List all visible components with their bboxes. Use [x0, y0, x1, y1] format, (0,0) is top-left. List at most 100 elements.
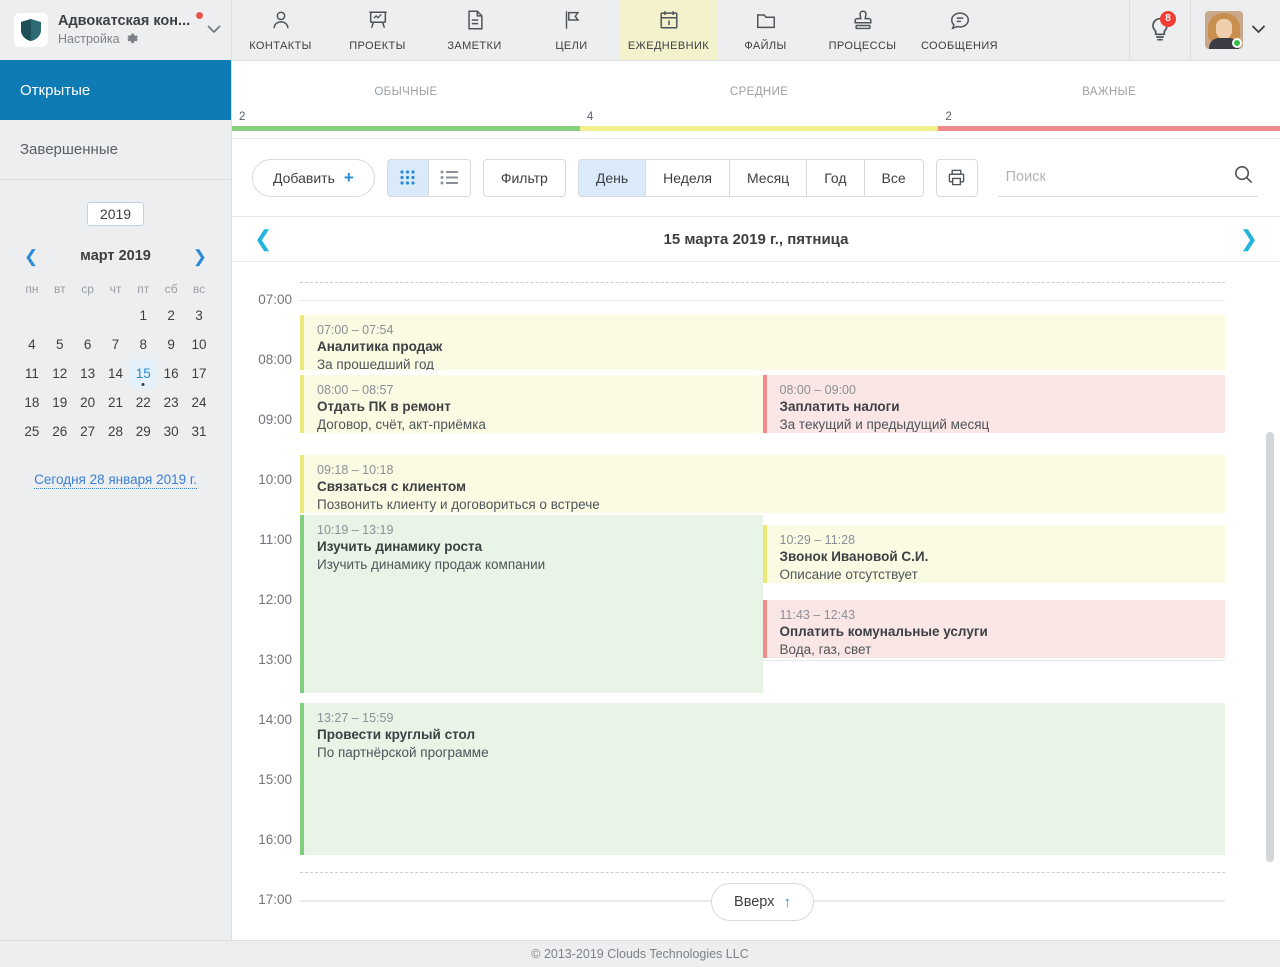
- calendar-day[interactable]: 31: [185, 417, 213, 446]
- filter-button[interactable]: Фильтр: [482, 158, 566, 197]
- calendar-day[interactable]: 6: [74, 330, 102, 359]
- search-icon[interactable]: [1233, 164, 1254, 190]
- grid-view-icon[interactable]: [386, 158, 429, 197]
- nav-item-messages[interactable]: СООБЩЕНИЯ: [911, 0, 1008, 60]
- chevron-right-icon[interactable]: ❯: [193, 248, 207, 265]
- sidebar-item-completed[interactable]: Завершенные: [0, 120, 231, 180]
- list-view-icon[interactable]: [428, 158, 471, 197]
- avatar[interactable]: [1205, 11, 1243, 49]
- chevron-down-icon[interactable]: [1251, 21, 1266, 39]
- org-settings[interactable]: Настройка: [58, 31, 203, 48]
- search-box[interactable]: [997, 159, 1258, 197]
- chevron-left-icon[interactable]: ❮: [24, 248, 38, 265]
- calendar-day[interactable]: 14: [102, 359, 130, 388]
- calendar-event[interactable]: 11:43 – 12:43 Оплатить комунальные услуги…: [762, 600, 1225, 658]
- weekday-sun: вс: [192, 282, 206, 296]
- nav-item-projects[interactable]: ПРОЕКТЫ: [329, 0, 426, 60]
- mini-calendar-table: пн вт ср чт пт сб вс 123 4 5 6 7 8 9 10 11 12 13…: [18, 277, 213, 446]
- calendar-day[interactable]: 29: [129, 417, 157, 446]
- calendar-day[interactable]: [74, 301, 102, 330]
- event-description: По партнёрской программе: [317, 745, 489, 760]
- calendar-event[interactable]: 07:00 – 07:54 Аналитика продаж За прошедши…: [300, 315, 1225, 370]
- nav-item-messages-label: СООБЩЕНИЯ: [920, 39, 999, 52]
- org-settings-label: Настройка: [58, 32, 120, 46]
- nav-item-goals[interactable]: ЦЕЛИ: [523, 0, 620, 60]
- calendar-event[interactable]: 08:00 – 09:00 Заплатить налоги За текущий …: [762, 375, 1225, 433]
- calendar-day[interactable]: 25: [18, 417, 46, 446]
- prev-day-button[interactable]: ❮: [254, 228, 272, 250]
- calendar-day[interactable]: 12: [46, 359, 74, 388]
- chevron-down-icon[interactable]: [207, 21, 221, 39]
- calendar-day[interactable]: 16: [157, 359, 185, 388]
- calendar-event[interactable]: 08:00 – 08:57 Отдать ПК в ремонт Договор, …: [300, 375, 763, 433]
- range-month[interactable]: Месяц: [729, 158, 808, 197]
- calendar-day-selected[interactable]: 15: [129, 359, 158, 388]
- calendar-day[interactable]: [46, 301, 74, 330]
- printer-icon[interactable]: [935, 158, 978, 197]
- lightbulb-icon[interactable]: 8: [1129, 0, 1191, 61]
- range-week[interactable]: Неделя: [646, 158, 730, 197]
- priority-column-mid[interactable]: СРЕДНИЕ 4: [579, 61, 939, 139]
- calendar-day[interactable]: 23: [157, 388, 185, 417]
- gear-icon[interactable]: [125, 31, 138, 48]
- nav-item-files[interactable]: ФАЙЛЫ: [717, 0, 814, 60]
- calendar-day[interactable]: 7: [102, 330, 130, 359]
- calendar-day[interactable]: 26: [46, 417, 74, 446]
- calendar-grid: Вверх ↑ 07:00 08:00 09:00 10:00 11:00 12:00 13…: [232, 262, 1280, 940]
- sidebar-item-open[interactable]: Открытые: [0, 60, 231, 120]
- hour-label: 13:00: [258, 652, 292, 667]
- calendar-day[interactable]: [18, 301, 46, 330]
- nav-item-contacts[interactable]: КОНТАКТЫ: [232, 0, 329, 60]
- calendar-day[interactable]: 9: [157, 330, 185, 359]
- calendar-day[interactable]: 18: [18, 388, 46, 417]
- priority-column-high[interactable]: ВАЖНЫЕ 2: [938, 61, 1280, 139]
- calendar-day[interactable]: 20: [74, 388, 102, 417]
- priority-column-low[interactable]: ОБЫЧНЫЕ 2: [232, 61, 580, 139]
- calendar-day[interactable]: 27: [74, 417, 102, 446]
- calendar-day[interactable]: 10: [185, 330, 213, 359]
- range-day[interactable]: День: [577, 158, 647, 197]
- calendar-day[interactable]: 5: [46, 330, 74, 359]
- calendar-day[interactable]: 8: [129, 330, 157, 359]
- calendar-day[interactable]: 3: [185, 301, 213, 330]
- today-link[interactable]: Сегодня 28 января 2019 г.: [18, 472, 213, 489]
- calendar-day[interactable]: 13: [74, 359, 102, 388]
- vertical-scrollbar[interactable]: [1266, 432, 1274, 862]
- range-all[interactable]: Все: [864, 158, 924, 197]
- footer-text: © 2013-2019 Clouds Technologies LLC: [531, 947, 749, 961]
- calendar-day[interactable]: 19: [46, 388, 74, 417]
- calendar-day[interactable]: 17: [185, 359, 213, 388]
- calendar-event[interactable]: 10:19 – 13:19 Изучить динамику роста Изучи…: [300, 515, 763, 693]
- org-selector[interactable]: Адвокатская кон... Настройка: [0, 0, 231, 60]
- hour-label: 10:00: [258, 472, 292, 487]
- calendar-event[interactable]: 10:29 – 11:28 Звонок Ивановой С.И. Описани…: [762, 525, 1225, 583]
- calendar-day[interactable]: 22: [129, 388, 157, 417]
- next-day-button[interactable]: ❯: [1240, 228, 1258, 250]
- calendar-day[interactable]: 4: [18, 330, 46, 359]
- search-input[interactable]: [1003, 168, 1233, 186]
- priority-bar-low: [232, 126, 580, 131]
- scroll-up-button[interactable]: Вверх ↑: [711, 883, 814, 921]
- event-title: Звонок Ивановой С.И.: [779, 549, 929, 564]
- shield-icon: [14, 13, 48, 47]
- nav-item-notes[interactable]: ЗАМЕТКИ: [426, 0, 523, 60]
- range-year[interactable]: Год: [807, 158, 865, 197]
- calendar-day[interactable]: 24: [185, 388, 213, 417]
- event-description: Договор, счёт, акт-приёмка: [317, 417, 486, 432]
- priority-bar-high: [938, 126, 1280, 131]
- calendar-day[interactable]: 1: [129, 301, 157, 330]
- add-button[interactable]: Добавить +: [252, 158, 375, 197]
- calendar-day[interactable]: 28: [102, 417, 130, 446]
- calendar-day[interactable]: 2: [157, 301, 185, 330]
- nav-item-diary[interactable]: ЕЖЕДНЕВНИК: [620, 0, 717, 60]
- calendar-day[interactable]: [102, 301, 130, 330]
- calendar-event[interactable]: 09:18 – 10:18 Связаться с клиентом Позвони…: [300, 455, 1225, 513]
- nav-item-processes[interactable]: ПРОЦЕССЫ: [814, 0, 911, 60]
- user-menu[interactable]: [1191, 0, 1280, 61]
- calendar-day[interactable]: 30: [157, 417, 185, 446]
- calendar-day[interactable]: 21: [102, 388, 130, 417]
- priority-label-mid: СРЕДНИЕ: [729, 86, 789, 98]
- year-input[interactable]: 2019: [86, 202, 145, 226]
- calendar-day[interactable]: 11: [18, 359, 46, 388]
- calendar-event[interactable]: 13:27 – 15:59 Провести круглый стол По пар…: [300, 703, 1225, 855]
